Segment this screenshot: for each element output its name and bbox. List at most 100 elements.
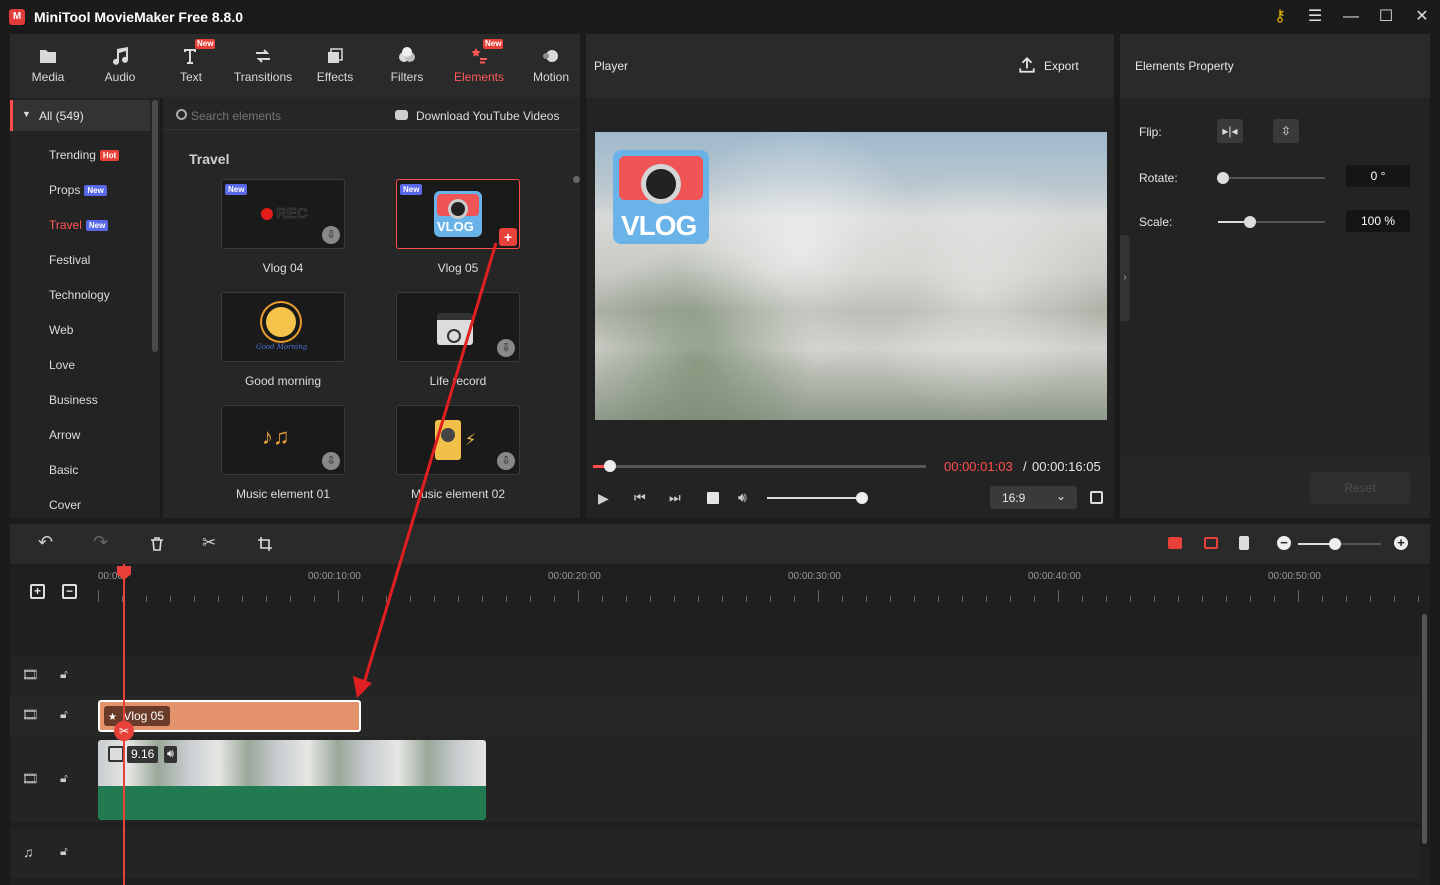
element-card-good-morning[interactable]: Good Morning: [221, 292, 345, 362]
sidebar-item-trending[interactable]: Trending Hot: [10, 138, 150, 173]
sidebar-item-festival[interactable]: Festival: [10, 243, 150, 278]
redo-icon[interactable]: ↷: [93, 532, 108, 553]
lock-icon[interactable]: 🔓︎: [60, 844, 68, 859]
sidebar-item-business[interactable]: Business: [10, 383, 150, 418]
search-input[interactable]: [191, 105, 371, 127]
volume-knob[interactable]: [856, 492, 868, 504]
scale-slider-knob[interactable]: [1244, 216, 1256, 228]
next-frame-icon[interactable]: ⏭: [669, 490, 681, 506]
sidebar-item-travel[interactable]: Travel New: [10, 208, 150, 243]
clip-volume-icon[interactable]: 🔊︎: [164, 746, 177, 763]
split-scissors-marker-icon[interactable]: ✂: [114, 721, 134, 741]
add-track-icon[interactable]: +: [30, 584, 45, 599]
tab-media[interactable]: Media: [12, 34, 84, 98]
sidebar-item-label: Festival: [49, 253, 91, 267]
element-card-life-record[interactable]: ⇩: [396, 292, 520, 362]
tab-text[interactable]: New Text: [155, 34, 227, 98]
sidebar-item-technology[interactable]: Technology: [10, 278, 150, 313]
maximize-button[interactable]: ☐: [1374, 6, 1398, 28]
tab-filters[interactable]: Filters: [371, 34, 443, 98]
element-card-label: Vlog 05: [437, 261, 479, 275]
time-ruler[interactable]: 00:00 00:00:10:00 00:00:20:00 00:00:30:0…: [98, 564, 1420, 604]
scale-value-input[interactable]: 100 %: [1346, 210, 1410, 232]
rotate-slider-track[interactable]: [1217, 172, 1325, 184]
sidebar-item-arrow[interactable]: Arrow: [10, 418, 150, 453]
timeline-zoom-knob[interactable]: [1329, 538, 1341, 550]
split-scissors-icon[interactable]: ✂: [202, 533, 216, 553]
download-youtube-link[interactable]: Download YouTube Videos: [416, 109, 559, 123]
timeline-scrollbar[interactable]: [1422, 614, 1427, 844]
key-icon[interactable]: ⚷: [1268, 6, 1292, 28]
sidebar-item-web[interactable]: Web: [10, 313, 150, 348]
ruler-tick: [338, 590, 339, 602]
download-icon[interactable]: ⇩: [322, 226, 340, 244]
delete-icon[interactable]: [149, 536, 165, 552]
sidebar-item-love[interactable]: Love: [10, 348, 150, 383]
playhead[interactable]: ✂: [114, 564, 134, 885]
close-button[interactable]: ✕: [1410, 6, 1434, 28]
add-to-timeline-icon[interactable]: +: [499, 228, 517, 246]
tab-effects[interactable]: Effects: [299, 34, 371, 98]
aspect-ratio-select[interactable]: 16:9 ⌄: [990, 486, 1077, 509]
video-clip[interactable]: 9.16 🔊︎: [98, 740, 486, 820]
scroll-dot[interactable]: [573, 176, 580, 183]
lock-icon[interactable]: 🔓︎: [60, 771, 68, 786]
snap-icon[interactable]: [1204, 537, 1218, 549]
video-preview[interactable]: VLOG: [595, 132, 1107, 420]
element-card-vlog-05[interactable]: New VLOG +: [396, 179, 520, 249]
tab-audio[interactable]: Audio: [84, 34, 156, 98]
export-button[interactable]: Export: [1018, 56, 1082, 76]
rotate-value-input[interactable]: 0 °: [1346, 165, 1410, 187]
vlog-overlay-sticker[interactable]: VLOG: [613, 150, 709, 244]
sidebar-all[interactable]: ▼ All (549): [10, 100, 150, 131]
auto-fit-icon[interactable]: [1168, 537, 1182, 549]
ruler-tick: [1394, 596, 1395, 602]
ruler-tick: [962, 596, 963, 602]
tab-elements[interactable]: New Elements: [443, 34, 515, 98]
undo-icon[interactable]: ↶: [38, 532, 53, 553]
download-icon[interactable]: ⇩: [497, 339, 515, 357]
tab-transitions[interactable]: Transitions: [227, 34, 299, 98]
element-card-music-02[interactable]: ⚡ ⇩: [396, 405, 520, 475]
tab-label: Effects: [316, 70, 354, 84]
rotate-slider-knob[interactable]: [1217, 172, 1229, 184]
download-icon[interactable]: ⇩: [497, 452, 515, 470]
lock-icon[interactable]: 🔓︎: [60, 707, 68, 722]
scale-slider-track[interactable]: [1218, 216, 1325, 228]
element-card-music-01[interactable]: ♪♫ ⇩: [221, 405, 345, 475]
ruler-tick: [266, 596, 267, 602]
reset-button[interactable]: Reset: [1310, 472, 1410, 504]
tab-motion[interactable]: Motion: [515, 34, 587, 98]
elements-icon: [471, 48, 487, 64]
volume-icon[interactable]: 🔊︎: [738, 489, 747, 506]
volume-track[interactable]: [767, 492, 868, 504]
menu-icon[interactable]: ☰: [1303, 6, 1327, 28]
play-icon[interactable]: ▶: [598, 490, 609, 507]
collapse-panel-handle[interactable]: ›: [1120, 235, 1130, 321]
element-card-vlog-04[interactable]: New REC ⇩: [221, 179, 345, 249]
element-clip-vlog-05[interactable]: ★ Vlog 05: [98, 700, 361, 732]
remove-track-icon[interactable]: −: [62, 584, 77, 599]
flip-horizontal-button[interactable]: ▸|◂: [1217, 119, 1243, 143]
lock-icon[interactable]: 🔓︎: [60, 667, 68, 682]
zoom-out-icon[interactable]: −: [1277, 536, 1291, 550]
playback-progress-track[interactable]: [593, 460, 926, 472]
timeline-zoom-track[interactable]: [1298, 538, 1381, 550]
crop-icon[interactable]: [257, 536, 273, 552]
sidebar-scrollbar[interactable]: [152, 100, 158, 352]
sidebar-item-basic[interactable]: Basic: [10, 453, 150, 488]
flip-vertical-button[interactable]: ⇳: [1273, 119, 1299, 143]
ruler-tick: [674, 596, 675, 602]
minimize-button[interactable]: —: [1339, 6, 1363, 28]
stop-icon[interactable]: [707, 492, 719, 504]
playback-progress-knob[interactable]: [604, 460, 616, 472]
ruler-tick: [1106, 596, 1107, 602]
download-icon[interactable]: ⇩: [322, 452, 340, 470]
fullscreen-icon[interactable]: [1090, 491, 1103, 504]
music-note-icon: [113, 47, 128, 65]
zoom-in-icon[interactable]: +: [1394, 536, 1408, 550]
audio-mix-icon[interactable]: [1239, 536, 1249, 550]
previous-frame-icon[interactable]: ⏮: [634, 490, 646, 506]
sidebar-item-cover[interactable]: Cover: [10, 488, 150, 523]
sidebar-item-props[interactable]: Props New: [10, 173, 150, 208]
